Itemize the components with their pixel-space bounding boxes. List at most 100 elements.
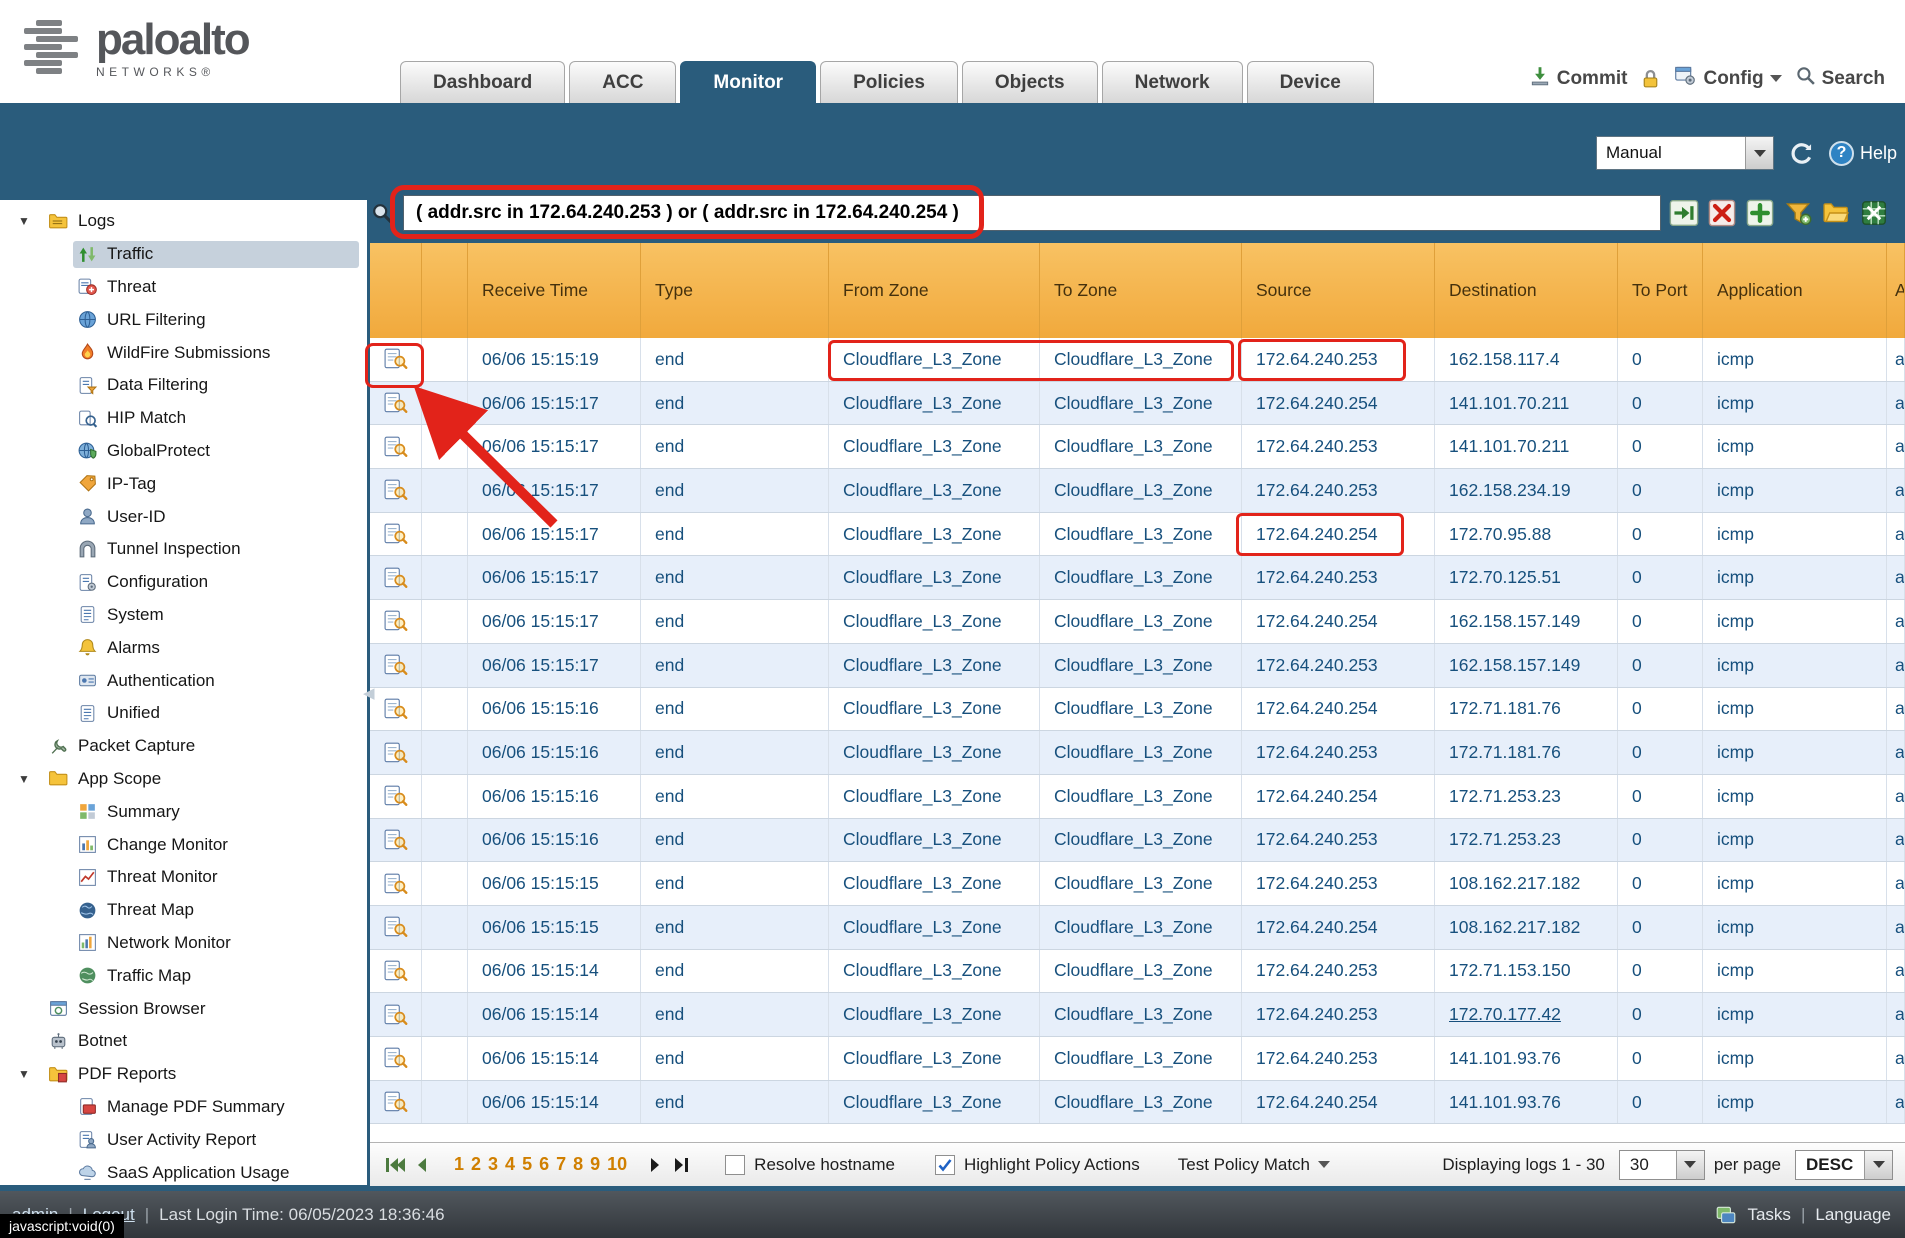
cell-type[interactable]: end: [641, 513, 829, 556]
highlight-policy-actions-checkbox[interactable]: [935, 1155, 955, 1175]
cell-receive-time[interactable]: 06/06 15:15:14: [468, 993, 641, 1036]
column-header-to-port[interactable]: To Port: [1618, 243, 1703, 338]
log-detail-icon[interactable]: [370, 425, 422, 468]
page-number-4[interactable]: 4: [505, 1154, 515, 1175]
sidebar-item-user-activity-report[interactable]: User Activity Report: [0, 1123, 367, 1156]
prev-page-button[interactable]: [408, 1152, 434, 1178]
cell-source[interactable]: 172.64.240.253: [1242, 338, 1435, 381]
cell-receive-time[interactable]: 06/06 15:15:16: [468, 688, 641, 731]
cell-destination[interactable]: 162.158.157.149: [1435, 644, 1618, 687]
sidebar-item-app-scope[interactable]: ▼App Scope: [0, 763, 367, 796]
per-page-select[interactable]: 30: [1619, 1150, 1705, 1180]
table-row[interactable]: 06/06 15:15:14endCloudflare_L3_ZoneCloud…: [370, 1081, 1905, 1125]
column-header-from-zone[interactable]: From Zone: [829, 243, 1040, 338]
cell-action[interactable]: al: [1887, 469, 1905, 512]
cell-source[interactable]: 172.64.240.253: [1242, 950, 1435, 993]
cell-destination[interactable]: 141.101.70.211: [1435, 425, 1618, 468]
cell-from-zone[interactable]: Cloudflare_L3_Zone: [829, 906, 1040, 949]
cell-source[interactable]: 172.64.240.254: [1242, 513, 1435, 556]
sidebar-item-packet-capture[interactable]: Packet Capture: [0, 730, 367, 763]
table-row[interactable]: 06/06 15:15:17endCloudflare_L3_ZoneCloud…: [370, 513, 1905, 557]
log-detail-icon[interactable]: [370, 775, 422, 818]
cell-application[interactable]: icmp: [1703, 1081, 1887, 1124]
cell-destination[interactable]: 162.158.157.149: [1435, 600, 1618, 643]
sidebar-item-traffic-map[interactable]: Traffic Map: [0, 959, 367, 992]
cell-type[interactable]: end: [641, 775, 829, 818]
cell-action[interactable]: al: [1887, 950, 1905, 993]
cell-application[interactable]: icmp: [1703, 1037, 1887, 1080]
tab-objects[interactable]: Objects: [962, 61, 1098, 103]
cell-to-zone[interactable]: Cloudflare_L3_Zone: [1040, 1037, 1242, 1080]
tab-device[interactable]: Device: [1247, 61, 1374, 103]
page-number-5[interactable]: 5: [522, 1154, 532, 1175]
column-header-receive-time[interactable]: Receive Time: [468, 243, 641, 338]
search-button[interactable]: Search: [1795, 65, 1885, 92]
cell-receive-time[interactable]: 06/06 15:15:17: [468, 382, 641, 425]
cell-destination[interactable]: 162.158.234.19: [1435, 469, 1618, 512]
cell-action[interactable]: al: [1887, 731, 1905, 774]
table-row[interactable]: 06/06 15:15:17endCloudflare_L3_ZoneCloud…: [370, 556, 1905, 600]
cell-receive-time[interactable]: 06/06 15:15:14: [468, 950, 641, 993]
sidebar-item-authentication[interactable]: Authentication: [0, 664, 367, 697]
next-page-button[interactable]: [643, 1152, 669, 1178]
cell-from-zone[interactable]: Cloudflare_L3_Zone: [829, 688, 1040, 731]
page-number-9[interactable]: 9: [590, 1154, 600, 1175]
cell-source[interactable]: 172.64.240.254: [1242, 688, 1435, 731]
table-row[interactable]: 06/06 15:15:14endCloudflare_L3_ZoneCloud…: [370, 950, 1905, 994]
cell-to-zone[interactable]: Cloudflare_L3_Zone: [1040, 556, 1242, 599]
sidebar-item-change-monitor[interactable]: Change Monitor: [0, 828, 367, 861]
table-row[interactable]: 06/06 15:15:17endCloudflare_L3_ZoneCloud…: [370, 425, 1905, 469]
cell-from-zone[interactable]: Cloudflare_L3_Zone: [829, 993, 1040, 1036]
sidebar-item-manage-pdf-summary[interactable]: Manage PDF Summary: [0, 1091, 367, 1124]
cell-to-zone[interactable]: Cloudflare_L3_Zone: [1040, 819, 1242, 862]
language-link[interactable]: Language: [1815, 1205, 1893, 1225]
sort-order-dropdown-button[interactable]: [1864, 1151, 1892, 1179]
log-detail-icon[interactable]: [370, 688, 422, 731]
commit-button[interactable]: Commit: [1529, 65, 1628, 93]
cell-application[interactable]: icmp: [1703, 556, 1887, 599]
tab-policies[interactable]: Policies: [820, 61, 958, 103]
cell-to-port[interactable]: 0: [1618, 775, 1703, 818]
cell-type[interactable]: end: [641, 338, 829, 381]
cell-to-port[interactable]: 0: [1618, 469, 1703, 512]
cell-type[interactable]: end: [641, 469, 829, 512]
table-row[interactable]: 06/06 15:15:14endCloudflare_L3_ZoneCloud…: [370, 1037, 1905, 1081]
sidebar-item-network-monitor[interactable]: Network Monitor: [0, 927, 367, 960]
cell-application[interactable]: icmp: [1703, 688, 1887, 731]
cell-receive-time[interactable]: 06/06 15:15:17: [468, 469, 641, 512]
cell-receive-time[interactable]: 06/06 15:15:15: [468, 862, 641, 905]
save-filter-button[interactable]: [1782, 198, 1813, 228]
cell-type[interactable]: end: [641, 556, 829, 599]
cell-to-zone[interactable]: Cloudflare_L3_Zone: [1040, 950, 1242, 993]
add-filter-button[interactable]: [1744, 198, 1775, 228]
help-button[interactable]: ? Help: [1829, 141, 1897, 166]
cell-to-port[interactable]: 0: [1618, 513, 1703, 556]
cell-destination[interactable]: 172.70.177.42: [1435, 993, 1618, 1036]
sidebar-item-logs[interactable]: ▼Logs: [0, 205, 367, 238]
log-detail-icon[interactable]: [370, 950, 422, 993]
sidebar-item-system[interactable]: System: [0, 599, 367, 632]
cell-application[interactable]: icmp: [1703, 731, 1887, 774]
log-detail-icon[interactable]: [370, 469, 422, 512]
cell-to-port[interactable]: 0: [1618, 819, 1703, 862]
tab-acc[interactable]: ACC: [569, 61, 676, 103]
cell-action[interactable]: al: [1887, 556, 1905, 599]
sidebar-item-url-filtering[interactable]: URL Filtering: [0, 303, 367, 336]
tab-monitor[interactable]: Monitor: [680, 61, 816, 103]
table-row[interactable]: 06/06 15:15:14endCloudflare_L3_ZoneCloud…: [370, 993, 1905, 1037]
cell-from-zone[interactable]: Cloudflare_L3_Zone: [829, 1037, 1040, 1080]
cell-from-zone[interactable]: Cloudflare_L3_Zone: [829, 775, 1040, 818]
table-row[interactable]: 06/06 15:15:17endCloudflare_L3_ZoneCloud…: [370, 469, 1905, 513]
expander-icon[interactable]: ▼: [18, 772, 44, 786]
cell-application[interactable]: icmp: [1703, 950, 1887, 993]
config-button[interactable]: Config: [1674, 64, 1781, 93]
log-detail-icon[interactable]: [370, 993, 422, 1036]
cell-from-zone[interactable]: Cloudflare_L3_Zone: [829, 556, 1040, 599]
tasks-link[interactable]: Tasks: [1747, 1205, 1790, 1225]
cell-source[interactable]: 172.64.240.254: [1242, 906, 1435, 949]
cell-receive-time[interactable]: 06/06 15:15:15: [468, 906, 641, 949]
sidebar-item-threat-map[interactable]: Threat Map: [0, 894, 367, 927]
table-row[interactable]: 06/06 15:15:16endCloudflare_L3_ZoneCloud…: [370, 688, 1905, 732]
cell-type[interactable]: end: [641, 819, 829, 862]
lock-icon[interactable]: [1640, 67, 1661, 90]
